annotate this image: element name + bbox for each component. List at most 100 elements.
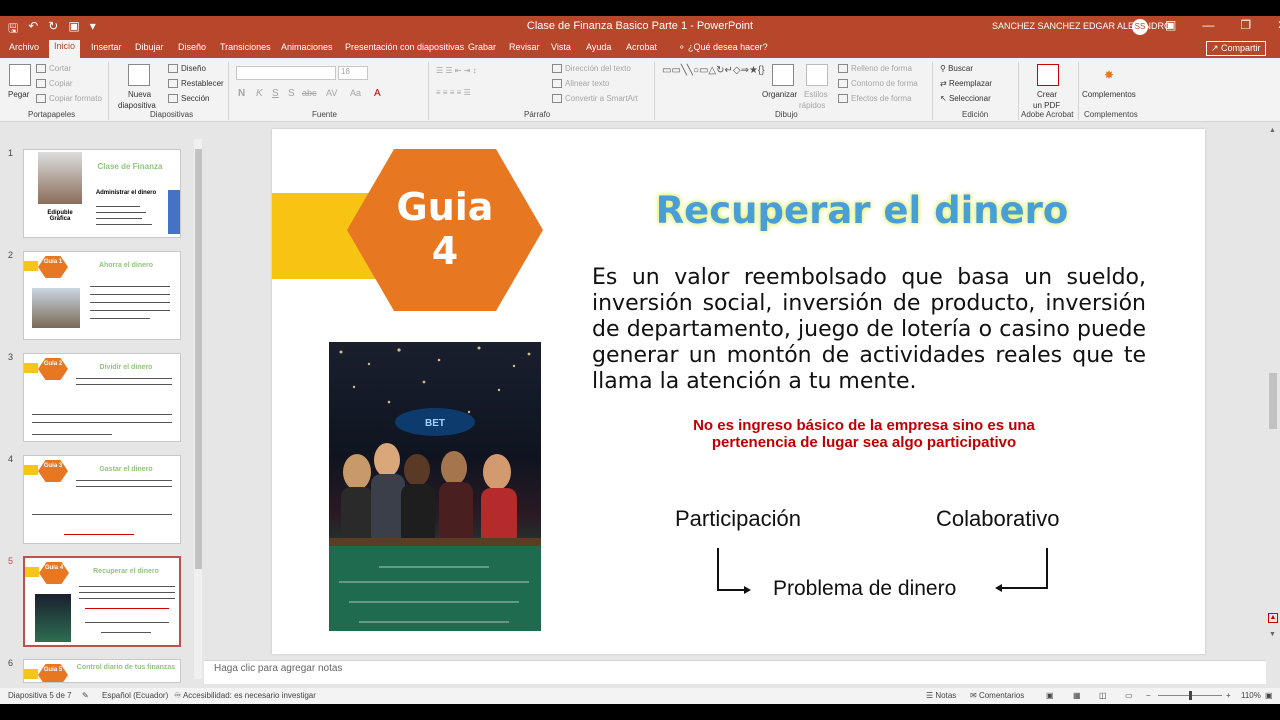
thumbnail-slide-1[interactable]: Clase de Finanza Administrar el dinero E… bbox=[23, 149, 181, 238]
notes-button[interactable]: ☰ Notas bbox=[926, 691, 956, 700]
new-slide-button[interactable]: Nueva bbox=[128, 90, 151, 99]
section-button[interactable]: Sección bbox=[168, 94, 209, 104]
italic-button[interactable]: K bbox=[256, 88, 263, 99]
quick-styles-label[interactable]: rápidos bbox=[799, 101, 825, 110]
arrange-icon[interactable] bbox=[772, 64, 794, 86]
layout-button[interactable]: Diseño bbox=[168, 64, 206, 74]
find-button[interactable]: ⚲ Buscar bbox=[940, 64, 973, 73]
tab-transiciones[interactable]: Transiciones bbox=[215, 41, 276, 53]
prev-slide-icon[interactable]: ▲ bbox=[1268, 613, 1278, 623]
slide-title[interactable]: Recuperar el dinero bbox=[652, 189, 1072, 232]
slide-canvas[interactable]: Guia 4 Recuperar el dinero BET Es un val… bbox=[272, 129, 1205, 654]
paste-icon[interactable] bbox=[9, 64, 31, 86]
slide-scrollbar-thumb[interactable] bbox=[1269, 373, 1277, 429]
tab-grabar[interactable]: Grabar bbox=[463, 41, 501, 53]
tab-presentacion[interactable]: Presentación con diapositivas bbox=[340, 41, 469, 53]
slide-scrollbar[interactable]: ▲ ▲ ▼ bbox=[1266, 123, 1280, 660]
layout-icon bbox=[168, 64, 178, 74]
font-name-dropdown[interactable] bbox=[236, 66, 336, 80]
slide-highlight-text[interactable]: No es ingreso básico de la empresa sino … bbox=[632, 417, 1096, 451]
replace-button[interactable]: ⇄ Reemplazar bbox=[940, 79, 992, 88]
thumbnail-slide-2[interactable]: Guia 1 Ahorra el dinero bbox=[23, 251, 181, 340]
language-indicator[interactable]: Español (Ecuador) bbox=[102, 691, 168, 700]
align-text-button[interactable]: Alinear texto bbox=[552, 79, 609, 89]
tab-ayuda[interactable]: Ayuda bbox=[581, 41, 616, 53]
notes-placeholder[interactable]: Haga clic para agregar notas bbox=[214, 663, 342, 674]
avatar[interactable]: SS bbox=[1132, 19, 1148, 35]
tab-inicio[interactable]: Inicio bbox=[49, 40, 81, 58]
slideshow-icon[interactable]: ▭ bbox=[1125, 691, 1133, 700]
create-pdf-button[interactable]: Crear bbox=[1037, 90, 1057, 99]
zoom-slider-thumb[interactable] bbox=[1189, 691, 1192, 700]
text-direction-button[interactable]: Dirección del texto bbox=[552, 64, 631, 74]
font-color-button[interactable]: A bbox=[374, 88, 381, 99]
tab-revisar[interactable]: Revisar bbox=[504, 41, 545, 53]
tell-me-search[interactable]: ⚬ ¿Qué desea hacer? bbox=[673, 41, 773, 54]
paste-button[interactable]: Pegar bbox=[8, 90, 29, 99]
underline-button[interactable]: S bbox=[272, 88, 279, 99]
arrange-button[interactable]: Organizar bbox=[762, 90, 797, 99]
notes-pane[interactable]: Haga clic para agregar notas bbox=[204, 660, 1266, 684]
scroll-up-icon[interactable]: ▲ bbox=[1269, 127, 1276, 134]
spellcheck-icon[interactable]: ✎ bbox=[82, 691, 89, 700]
thumbnail-slide-4[interactable]: Guia 3 Gastar el dinero bbox=[23, 455, 181, 544]
slide-body-text[interactable]: Es un valor reembolsado que basa un suel… bbox=[592, 265, 1146, 395]
bullets-icon[interactable]: ☰ ☰ ⇤ ⇥ ↕ bbox=[436, 66, 477, 75]
create-pdf-label[interactable]: un PDF bbox=[1033, 101, 1060, 110]
reading-view-icon[interactable]: ◫ bbox=[1099, 691, 1107, 700]
zoom-in-icon[interactable]: + bbox=[1226, 691, 1231, 700]
align-icon[interactable]: ≡ ≡ ≡ ≡ ☰ bbox=[436, 88, 471, 97]
char-spacing-button[interactable]: AV bbox=[326, 88, 337, 98]
minimize-icon[interactable]: — bbox=[1202, 18, 1214, 32]
shadow-button[interactable]: S bbox=[288, 88, 295, 99]
tab-animaciones[interactable]: Animaciones bbox=[276, 41, 338, 53]
shape-effects-button[interactable]: Efectos de forma bbox=[838, 94, 911, 104]
tab-vista[interactable]: Vista bbox=[546, 41, 576, 53]
thumbnail-slide-5[interactable]: Guia 4 Recuperar el dinero bbox=[23, 556, 181, 647]
casino-photo[interactable]: BET bbox=[329, 342, 541, 631]
quick-styles-icon[interactable] bbox=[806, 64, 828, 86]
new-slide-icon[interactable] bbox=[128, 64, 150, 86]
shape-outline-button[interactable]: Contorno de forma bbox=[838, 79, 918, 89]
accessibility-status[interactable]: ♾ Accesibilidad: es necesario investigar bbox=[174, 691, 316, 700]
slide-sorter-icon[interactable]: ▦ bbox=[1073, 691, 1081, 700]
quick-styles-button[interactable]: Estilos bbox=[804, 90, 828, 99]
tab-insertar[interactable]: Insertar bbox=[86, 41, 127, 53]
thumbnail-slide-6[interactable]: Guia 5 Control diario de tus finanzas bbox=[23, 659, 181, 683]
copy-button[interactable]: Copiar bbox=[36, 79, 73, 89]
diagram-participacion[interactable]: Participación bbox=[675, 506, 801, 532]
thumbnail-text-line bbox=[79, 592, 175, 593]
new-slide-label[interactable]: diapositiva bbox=[118, 101, 156, 110]
normal-view-icon[interactable]: ▣ bbox=[1046, 691, 1054, 700]
addins-icon[interactable]: ✸ bbox=[1104, 68, 1114, 82]
guide-badge-text[interactable]: Guia 4 bbox=[347, 185, 543, 273]
tab-dibujar[interactable]: Dibujar bbox=[130, 41, 169, 53]
strikethrough-button[interactable]: abc bbox=[302, 88, 317, 98]
comments-button[interactable]: ✉ Comentarios bbox=[970, 691, 1024, 700]
ribbon-display-icon[interactable]: ▣ bbox=[1165, 18, 1176, 32]
next-slide-icon[interactable]: ▼ bbox=[1269, 631, 1276, 638]
thumbnail-scrollbar-thumb[interactable] bbox=[195, 149, 202, 569]
smartart-button[interactable]: Convertir a SmartArt bbox=[552, 94, 638, 104]
pdf-icon[interactable] bbox=[1037, 64, 1059, 86]
change-case-button[interactable]: Aa bbox=[350, 88, 361, 98]
cut-button[interactable]: Cortar bbox=[36, 64, 71, 74]
font-size-dropdown[interactable]: 18 bbox=[338, 66, 368, 80]
addins-button[interactable]: Complementos bbox=[1082, 90, 1136, 99]
thumbnail-slide-3[interactable]: Guia 2 Dividir el dinero bbox=[23, 353, 181, 442]
tab-diseno[interactable]: Diseño bbox=[173, 41, 211, 53]
shape-fill-button[interactable]: Relleno de forma bbox=[838, 64, 912, 74]
shapes-gallery[interactable]: ▭▭╲╲○▭△↻↵◇⇒★{} bbox=[662, 64, 765, 77]
select-button[interactable]: ↖ Seleccionar bbox=[940, 94, 991, 103]
tab-acrobat[interactable]: Acrobat bbox=[621, 41, 662, 53]
zoom-out-icon[interactable]: − bbox=[1146, 691, 1151, 700]
bold-button[interactable]: N bbox=[238, 88, 245, 99]
diagram-colaborativo[interactable]: Colaborativo bbox=[936, 506, 1060, 532]
zoom-level[interactable]: 110% bbox=[1241, 691, 1261, 700]
reset-button[interactable]: Restablecer bbox=[168, 79, 224, 89]
maximize-icon[interactable]: ❐ bbox=[1240, 18, 1251, 32]
fit-slide-icon[interactable]: ▣ bbox=[1265, 691, 1273, 700]
share-button[interactable]: ↗ Compartir bbox=[1206, 41, 1266, 56]
format-painter-button[interactable]: Copiar formato bbox=[36, 94, 102, 104]
tab-archivo[interactable]: Archivo bbox=[4, 41, 44, 53]
